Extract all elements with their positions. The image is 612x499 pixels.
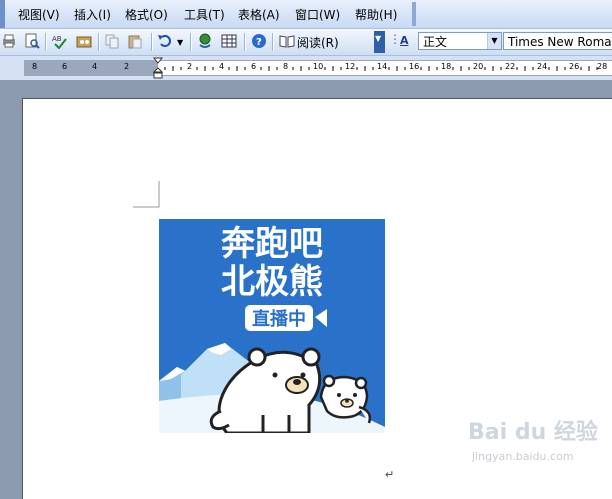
toolbar-chevron[interactable]: ▼ bbox=[374, 31, 385, 53]
toolbar-separator bbox=[190, 33, 191, 51]
ruler-number: 4 bbox=[219, 62, 225, 71]
hyperlink-icon[interactable] bbox=[197, 33, 213, 49]
undo-dropdown-arrow-icon[interactable]: ▼ bbox=[177, 38, 183, 47]
ruler-number: 16 bbox=[409, 62, 420, 71]
menu-bar: 视图(V) 插入(I) 格式(O) 工具(T) 表格(A) 窗口(W) 帮助(H… bbox=[0, 0, 612, 29]
undo-icon[interactable] bbox=[157, 33, 173, 49]
ruler-number: 22 bbox=[505, 62, 516, 71]
ruler-number: 6 bbox=[251, 62, 257, 71]
baidu-jingyan-watermark: Bai du 经验 jingyan.baidu.com bbox=[468, 414, 608, 470]
ruler-number: 8 bbox=[283, 62, 289, 71]
ruler-number: 24 bbox=[537, 62, 548, 71]
insert-table-icon[interactable] bbox=[221, 33, 237, 49]
ruler-number: 10 bbox=[313, 62, 324, 71]
ruler-area: 8 6 4 2 2 4 6 8 10 12 14 16 18 20 22 24 … bbox=[0, 56, 612, 80]
ruler-number: 12 bbox=[345, 62, 356, 71]
ruler-number: 14 bbox=[377, 62, 388, 71]
style-value: 正文 bbox=[423, 35, 448, 49]
menu-insert[interactable]: 插入(I) bbox=[74, 6, 111, 23]
menu-help[interactable]: 帮助(H) bbox=[355, 6, 397, 23]
print-icon[interactable] bbox=[1, 33, 17, 49]
menu-table[interactable]: 表格(A) bbox=[238, 6, 280, 23]
watermark-logo: Bai du 经验 bbox=[468, 420, 598, 445]
ruler-number: 4 bbox=[92, 62, 98, 71]
live-badge-text: 直播中 bbox=[252, 308, 306, 330]
menu-tools[interactable]: 工具(T) bbox=[184, 6, 225, 23]
font-value: Times New Roman bbox=[508, 35, 612, 49]
chevron-down-icon: ▼ bbox=[375, 34, 382, 43]
poster-title-line1: 奔跑吧 bbox=[221, 224, 323, 264]
paste-icon[interactable] bbox=[127, 33, 143, 49]
toolbar-separator bbox=[45, 33, 46, 51]
inserted-image[interactable]: 奔跑吧 北极熊 直播中 bbox=[159, 219, 385, 433]
style-select[interactable]: 正文 ▼ bbox=[418, 32, 502, 50]
ruler-number: 8 bbox=[32, 62, 38, 71]
chevron-down-icon[interactable]: ▼ bbox=[487, 33, 501, 49]
ruler-number: 28 bbox=[597, 62, 608, 71]
ruler-number: 6 bbox=[62, 62, 68, 71]
margin-corner-mark bbox=[133, 181, 160, 208]
polar-bear-poster-image: 奔跑吧 北极熊 直播中 bbox=[159, 219, 385, 433]
standard-toolbar: AB ▼ ? 阅读(R) ▼ ⋮ A 正文 ▼ Times New Roman bbox=[0, 29, 612, 56]
font-select[interactable]: Times New Roman bbox=[503, 32, 612, 50]
menu-bar-grip bbox=[0, 0, 5, 28]
read-book-icon bbox=[279, 35, 295, 48]
svg-text:?: ? bbox=[256, 37, 262, 48]
watermark-url: jingyan.baidu.com bbox=[472, 450, 574, 463]
ruler-number: 20 bbox=[473, 62, 484, 71]
ruler-number: 2 bbox=[187, 62, 193, 71]
toolbar-separator bbox=[272, 33, 273, 51]
ruler-number: 2 bbox=[124, 62, 130, 71]
toolbar-separator bbox=[98, 33, 99, 51]
menu-bar-end bbox=[412, 2, 416, 26]
toolbar-separator bbox=[244, 33, 245, 51]
horizontal-ruler[interactable]: 8 6 4 2 2 4 6 8 10 12 14 16 18 20 22 24 … bbox=[24, 60, 612, 76]
ruler-number: 26 bbox=[569, 62, 580, 71]
spelling-icon[interactable]: AB bbox=[52, 33, 68, 49]
poster-title-line2: 北极熊 bbox=[221, 262, 323, 302]
copy-icon[interactable] bbox=[104, 33, 120, 49]
help-icon[interactable]: ? bbox=[251, 33, 267, 49]
menu-format[interactable]: 格式(O) bbox=[125, 6, 168, 23]
toolbar-separator bbox=[151, 33, 152, 51]
svg-text:AB: AB bbox=[52, 35, 62, 43]
research-icon[interactable] bbox=[76, 33, 92, 49]
menu-window[interactable]: 窗口(W) bbox=[295, 6, 340, 23]
menu-view[interactable]: 视图(V) bbox=[18, 6, 60, 23]
read-button[interactable]: 阅读(R) bbox=[297, 34, 339, 51]
indent-marker-icon[interactable] bbox=[153, 57, 163, 79]
ruler-number: 18 bbox=[441, 62, 452, 71]
font-color-style-icon[interactable]: A bbox=[400, 34, 409, 47]
print-preview-icon[interactable] bbox=[24, 33, 40, 49]
paragraph-mark: ↵ bbox=[385, 468, 395, 481]
